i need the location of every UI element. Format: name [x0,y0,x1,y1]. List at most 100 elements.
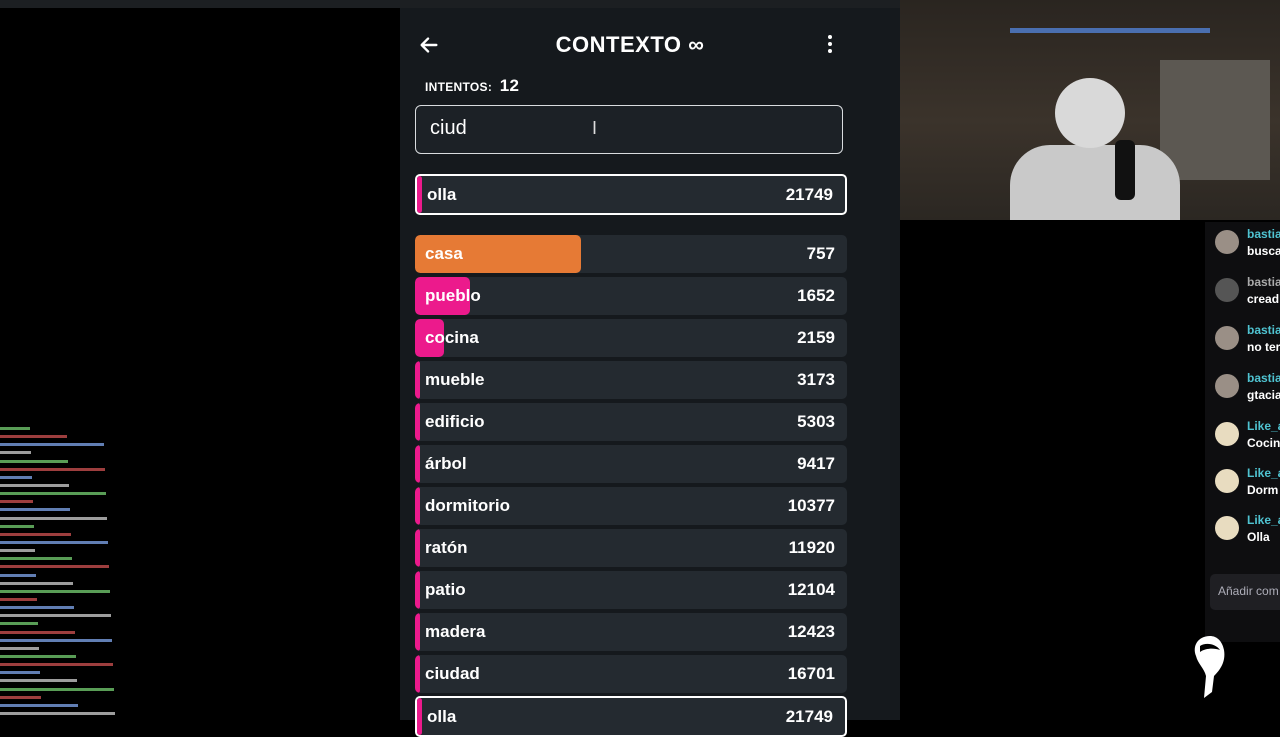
current-guess-word: olla [427,185,457,204]
guess-input-box[interactable]: I [415,105,843,154]
chat-username[interactable]: bastia [1247,227,1280,241]
overlay-chat-line [0,637,200,645]
chat-username[interactable]: Like_a [1247,466,1280,480]
chat-text: Cocin [1247,436,1280,450]
toucan-logo-icon [1194,636,1225,698]
current-guess-row: olla 21749 [415,174,847,215]
attempts-label: INTENTOS: [425,80,493,94]
guess-word: pueblo [425,286,481,305]
chat-avatar[interactable] [1215,469,1239,493]
overlay-chat-line [0,482,200,490]
webcam-shelf [1010,28,1210,33]
overlay-chat-line [0,612,200,620]
more-options-icon[interactable] [820,34,840,60]
overlay-chat-line [0,694,200,702]
chat-input[interactable]: Añadir com [1210,574,1280,610]
chat-username[interactable]: bastia [1247,371,1280,385]
current-guess-rank: 21749 [785,185,833,204]
chat-username[interactable]: bastia [1247,323,1280,337]
overlay-chat-line-bar [0,492,106,496]
guess-row: dormitorio 10377 [415,487,847,525]
chat-avatar[interactable] [1215,422,1239,446]
guess-row: ratón 11920 [415,529,847,567]
guess-row: mueble 3173 [415,361,847,399]
overlay-chat-line [0,515,200,523]
overlay-chat-line [0,441,200,449]
chat-username[interactable]: Like_a [1247,419,1280,433]
webcam-microphone [1115,140,1135,200]
overlay-chat-line-bar [0,671,40,675]
chat-message: Like_a Olla [1215,510,1280,550]
guess-rank: 16701 [787,664,835,683]
overlay-chat-line-bar [0,427,30,430]
chat-text: no ter [1247,340,1280,354]
overlay-chat-line [0,490,200,498]
guess-word: ciudad [425,664,480,683]
overlay-chat-line [0,433,200,441]
overlay-chat-line [0,669,200,677]
overlay-chat-line-bar [0,443,104,447]
overlay-chat-line-bar [0,435,67,439]
overlay-chat-line [0,620,200,628]
guess-word: ratón [425,538,468,557]
overlay-chat-line-bar [0,606,74,610]
guess-rank: 5303 [797,412,835,431]
overlay-chat-line-bar [0,475,32,479]
overlay-chat-line-bar [0,459,68,463]
guess-word: mueble [425,370,485,389]
overlay-chat-line-bar [0,597,37,601]
chat-avatar[interactable] [1215,230,1239,254]
overlay-chat-log [0,425,200,720]
guess-row: cocina 2159 [415,319,847,357]
chat-text: gtacia [1247,388,1280,402]
guess-rank: 9417 [797,454,835,473]
guess-similarity-bar [415,571,421,609]
guess-row: olla 21749 [415,696,847,737]
overlay-chat-line-bar [0,703,78,707]
overlay-chat-line [0,563,200,571]
overlay-chat-line-bar [0,467,105,471]
chat-username[interactable]: Like_a [1247,513,1280,527]
overlay-chat-line-bar [0,663,113,667]
overlay-chat-line-bar [0,679,77,683]
game-header: CONTEXTO ∞ [400,26,860,70]
overlay-chat-line [0,580,200,588]
guess-row: árbol 9417 [415,445,847,483]
overlay-chat-line-bar [0,549,35,553]
guess-rank: 3173 [797,370,835,389]
guess-rank: 11920 [788,538,835,557]
overlay-chat-line [0,539,200,547]
overlay-chat-line-bar [0,638,112,642]
overlay-chat-line [0,629,200,637]
chat-avatar[interactable] [1215,278,1239,302]
overlay-chat-line-bar [0,630,75,634]
chat-message: Like_a Dorm [1215,463,1280,503]
infinity-icon: ∞ [688,32,705,57]
chat-avatar[interactable] [1215,326,1239,350]
overlay-chat-line-bar [0,614,111,618]
guess-similarity-bar [415,445,421,483]
guess-word: madera [425,622,486,641]
game-title: CONTEXTO ∞ [400,32,860,58]
overlay-chat-line [0,555,200,563]
chat-avatar[interactable] [1215,516,1239,540]
guess-word: edificio [425,412,485,431]
overlay-chat-line [0,498,200,506]
overlay-chat-line-bar [0,451,31,455]
guess-rank: 21749 [785,707,833,726]
overlay-chat-line [0,547,200,555]
overlay-chat-line-bar [0,557,72,561]
guess-similarity-bar [415,361,421,399]
text-cursor-icon: I [592,118,598,138]
overlay-chat-line-bar [0,532,71,536]
chat-input-placeholder: Añadir com [1218,584,1279,598]
chat-avatar[interactable] [1215,374,1239,398]
guess-rank: 12104 [787,580,835,599]
guess-input[interactable] [416,106,824,151]
overlay-chat-line [0,596,200,604]
chat-username[interactable]: bastia [1247,275,1280,289]
overlay-chat-line-bar [0,646,39,650]
chat-text: cread [1247,292,1280,306]
guess-similarity-bar [415,403,421,441]
overlay-chat-line-bar [0,581,73,585]
